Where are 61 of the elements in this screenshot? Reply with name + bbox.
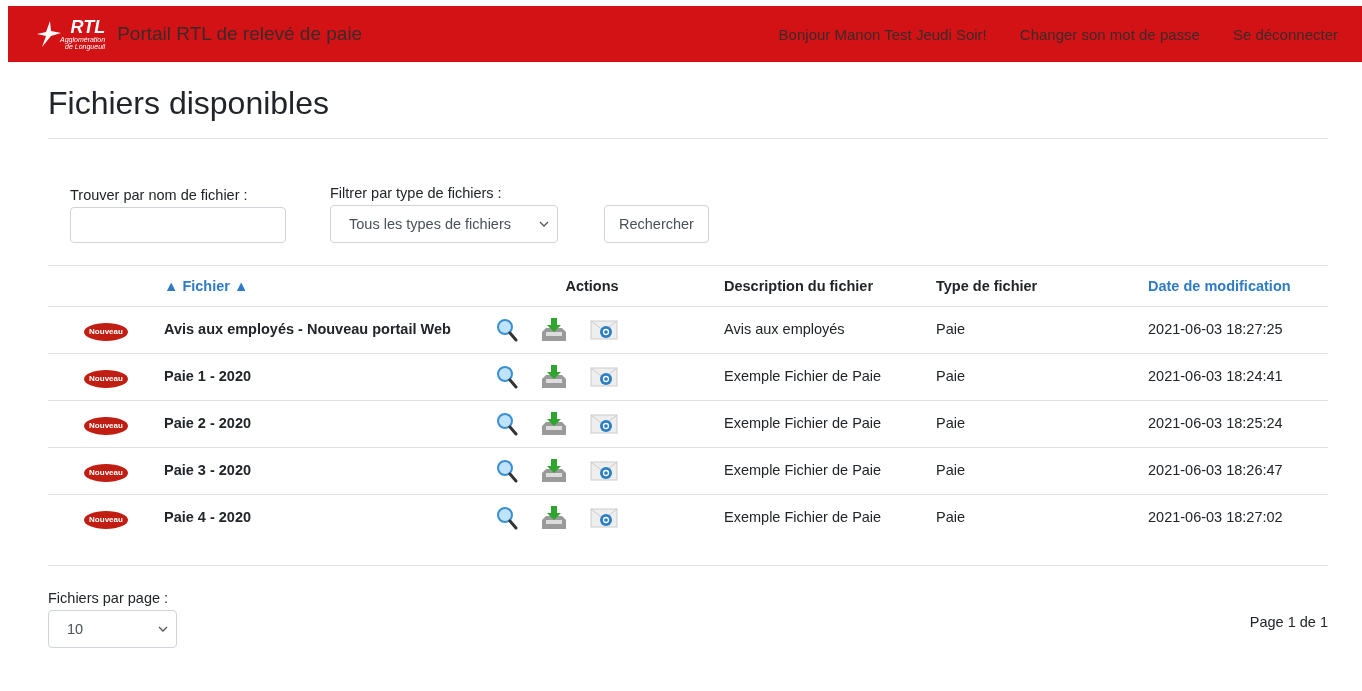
download-tray-icon[interactable] — [540, 506, 568, 531]
table-cell: Paie — [936, 509, 966, 526]
magnifier-icon[interactable] — [496, 459, 518, 484]
table-cell: Paie — [936, 321, 966, 338]
new-badge: Nouveau — [84, 417, 128, 436]
table-cell: Avis aux employés — [724, 321, 845, 338]
table-cell: Paie — [936, 462, 966, 479]
sort-link[interactable]: Date de modification — [1148, 278, 1291, 295]
new-badge: Nouveau — [84, 511, 128, 530]
table-cell: 2021-06-03 18:27:25 — [1148, 321, 1283, 338]
download-tray-icon[interactable] — [540, 459, 568, 484]
email-icon[interactable] — [590, 367, 618, 388]
table-cell: 2021-06-03 18:27:02 — [1148, 509, 1283, 526]
file-name: Avis aux employés - Nouveau portail Web — [164, 321, 451, 338]
type-dropdown[interactable]: Tous les types de fichiers — [330, 205, 558, 244]
field-label: Filtrer par type de fichiers : — [330, 185, 503, 202]
table-cell: 2021-06-03 18:24:41 — [1148, 368, 1283, 385]
table-cell: Exemple Fichier de Paie — [724, 415, 882, 432]
pagination-text: Page 1 de 1 — [1249, 614, 1328, 631]
email-icon[interactable] — [590, 320, 618, 341]
per-page-dropdown[interactable]: 10 — [48, 610, 177, 649]
new-badge: Nouveau — [84, 464, 128, 483]
chevron-icon — [158, 626, 168, 633]
magnifier-icon[interactable] — [496, 318, 518, 343]
nav-link[interactable]: Se déconnecter — [1232, 25, 1338, 43]
magnifier-icon[interactable] — [496, 506, 518, 531]
table-cell: Paie — [936, 368, 966, 385]
download-tray-icon[interactable] — [540, 318, 568, 343]
table-cell: 2021-06-03 18:26:47 — [1148, 462, 1283, 479]
page-title: Fichiers disponibles — [48, 84, 330, 123]
email-icon[interactable] — [590, 461, 618, 482]
column-header: Actions — [565, 278, 619, 295]
field-label: Trouver par nom de fichier : — [70, 187, 249, 204]
download-tray-icon[interactable] — [540, 412, 568, 437]
search-field[interactable] — [70, 207, 286, 244]
chevron-icon — [539, 221, 549, 228]
table-cell: Exemple Fichier de Paie — [724, 462, 882, 479]
table-cell: Exemple Fichier de Paie — [724, 368, 882, 385]
email-icon[interactable] — [590, 508, 618, 529]
file-name: Paie 2 - 2020 — [164, 415, 252, 432]
magnifier-icon[interactable] — [496, 412, 518, 437]
field-label: Fichiers par page : — [48, 590, 170, 607]
logo-text: RTL — [70, 18, 106, 36]
site-title[interactable]: Portail RTL de relevé de paie — [117, 23, 363, 45]
file-name: Paie 1 - 2020 — [164, 368, 252, 385]
column-header: Type de fichier — [936, 278, 1038, 295]
column-header: Description du fichier — [724, 278, 874, 295]
table-cell: Exemple Fichier de Paie — [724, 509, 882, 526]
sort-link[interactable]: ▲ Fichier ▲ — [164, 278, 249, 295]
email-icon[interactable] — [590, 414, 618, 435]
download-tray-icon[interactable] — [540, 365, 568, 390]
nav-link[interactable]: Bonjour Manon Test Jeudi Soir! — [778, 25, 987, 43]
table-cell: 2021-06-03 18:25:24 — [1148, 415, 1283, 432]
nav-link[interactable]: Changer son mot de passe — [1019, 25, 1200, 43]
file-name: Paie 4 - 2020 — [164, 509, 252, 526]
new-badge: Nouveau — [84, 370, 128, 389]
table-cell: Paie — [936, 415, 966, 432]
file-name: Paie 3 - 2020 — [164, 462, 252, 479]
new-badge: Nouveau — [84, 323, 128, 342]
search-button[interactable]: Rechercher — [604, 205, 709, 244]
magnifier-icon[interactable] — [496, 365, 518, 390]
